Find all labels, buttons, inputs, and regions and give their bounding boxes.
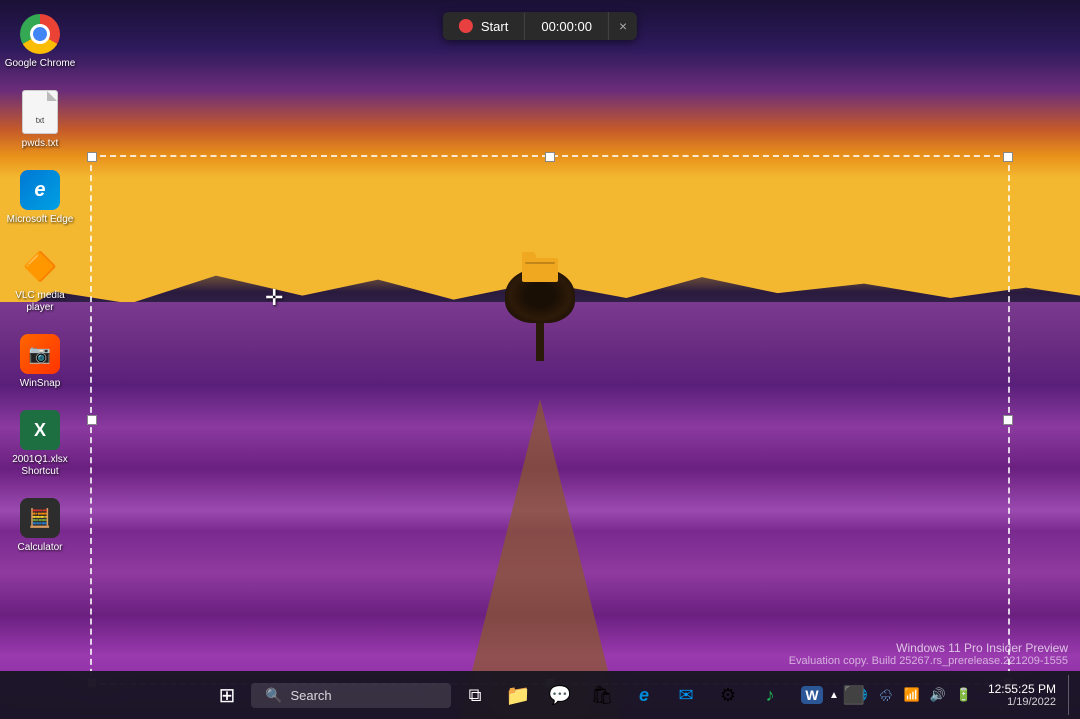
tree-trunk bbox=[536, 321, 544, 361]
search-text: Search bbox=[290, 688, 331, 703]
show-desktop[interactable] bbox=[1068, 675, 1072, 715]
tray-battery[interactable]: 🔋 bbox=[952, 675, 976, 715]
excel-icon: X bbox=[20, 410, 60, 450]
chrome-icon bbox=[20, 14, 60, 54]
tray-wifi[interactable]: 📶 bbox=[900, 675, 924, 715]
taskbar-explorer[interactable]: 📁 bbox=[499, 676, 537, 714]
taskbar: ⊞ 🔍 Search ⧉ 📁 💬 🛍 e bbox=[0, 671, 1080, 719]
taskbar-store[interactable]: 🛍 bbox=[583, 676, 621, 714]
desktop-icon-vlc[interactable]: 🔶 VLC media player bbox=[0, 242, 80, 318]
desktop: ✛ Google Chrome txt pwds.txt e Microsoft… bbox=[0, 0, 1080, 719]
desktop-icon-excel[interactable]: X 2001Q1.xlsx Shortcut bbox=[0, 406, 80, 482]
move-cursor: ✛ bbox=[265, 285, 283, 311]
taskbar-teams[interactable]: 💬 bbox=[541, 676, 579, 714]
clock-time: 12:55:25 PM bbox=[988, 682, 1056, 696]
winsnap-label: WinSnap bbox=[20, 378, 61, 390]
taskbar-mail[interactable]: ✉ bbox=[667, 676, 705, 714]
spotify-icon: ♪ bbox=[766, 685, 775, 706]
calc-icon: 🧮 bbox=[20, 498, 60, 538]
task-view-icon: ⧉ bbox=[469, 685, 482, 706]
extra-icon: ⬛ bbox=[843, 685, 865, 706]
chrome-label: Google Chrome bbox=[5, 58, 76, 70]
system-clock[interactable]: 12:55:25 PM 1/19/2022 bbox=[982, 682, 1062, 708]
taskbar-settings[interactable]: ⚙ bbox=[709, 676, 747, 714]
watermark-line1: Windows 11 Pro Insider Preview bbox=[789, 641, 1068, 655]
edge-taskbar-icon: e bbox=[639, 685, 649, 706]
tray-weather[interactable]: 🌧 bbox=[874, 675, 898, 715]
watermark-line2: Evaluation copy. Build 25267.rs_prerelea… bbox=[789, 655, 1068, 667]
edge-icon: e bbox=[20, 170, 60, 210]
search-bar[interactable]: 🔍 Search bbox=[251, 683, 451, 708]
taskbar-edge[interactable]: e bbox=[625, 676, 663, 714]
close-recording-button[interactable]: × bbox=[608, 12, 637, 40]
recording-toolbar: Start 00:00:00 × bbox=[443, 12, 637, 40]
vlc-icon: 🔶 bbox=[20, 246, 60, 286]
clock-date: 1/19/2022 bbox=[1007, 696, 1056, 708]
folder-on-tree[interactable] bbox=[522, 258, 558, 286]
winsnap-icon: 📷 bbox=[20, 334, 60, 374]
calc-label: Calculator bbox=[17, 542, 62, 554]
desktop-icon-chrome[interactable]: Google Chrome bbox=[1, 10, 80, 74]
desktop-icon-winsnap[interactable]: 📷 WinSnap bbox=[16, 330, 65, 394]
tray-sound[interactable]: 🔊 bbox=[926, 675, 950, 715]
mail-icon: ✉ bbox=[678, 685, 693, 706]
edge-label: Microsoft Edge bbox=[7, 214, 74, 226]
start-icon: ⊞ bbox=[219, 683, 236, 708]
settings-icon: ⚙ bbox=[720, 685, 736, 706]
windows-watermark: Windows 11 Pro Insider Preview Evaluatio… bbox=[789, 641, 1068, 667]
start-button[interactable]: Start bbox=[443, 13, 524, 40]
excel-label: 2001Q1.xlsx Shortcut bbox=[4, 454, 76, 478]
start-button-taskbar[interactable]: ⊞ bbox=[207, 675, 247, 715]
txt-icon: txt bbox=[22, 90, 58, 134]
txt-label: pwds.txt bbox=[22, 138, 59, 150]
record-dot-icon bbox=[459, 19, 473, 33]
task-view-button[interactable]: ⧉ bbox=[455, 675, 495, 715]
taskbar-spotify[interactable]: ♪ bbox=[751, 676, 789, 714]
store-icon: 🛍 bbox=[591, 685, 614, 706]
tree bbox=[505, 266, 575, 361]
teams-icon: 💬 bbox=[549, 685, 571, 706]
timer-display: 00:00:00 bbox=[524, 13, 608, 40]
taskbar-extra[interactable]: ⬛ bbox=[835, 676, 873, 714]
start-label: Start bbox=[481, 19, 508, 34]
explorer-icon: 📁 bbox=[506, 683, 531, 708]
taskbar-center: ⊞ 🔍 Search ⧉ 📁 💬 🛍 e bbox=[207, 675, 873, 715]
folder-icon bbox=[522, 258, 558, 282]
taskbar-word[interactable]: W bbox=[793, 676, 831, 714]
vlc-label: VLC media player bbox=[4, 290, 76, 314]
desktop-icons-column: Google Chrome txt pwds.txt e Microsoft E… bbox=[0, 0, 80, 558]
desktop-icon-edge[interactable]: e Microsoft Edge bbox=[3, 166, 78, 230]
word-icon: W bbox=[801, 686, 822, 704]
desktop-icon-calc[interactable]: 🧮 Calculator bbox=[13, 494, 66, 558]
search-icon: 🔍 bbox=[265, 687, 282, 704]
desktop-icon-txt[interactable]: txt pwds.txt bbox=[18, 86, 63, 154]
